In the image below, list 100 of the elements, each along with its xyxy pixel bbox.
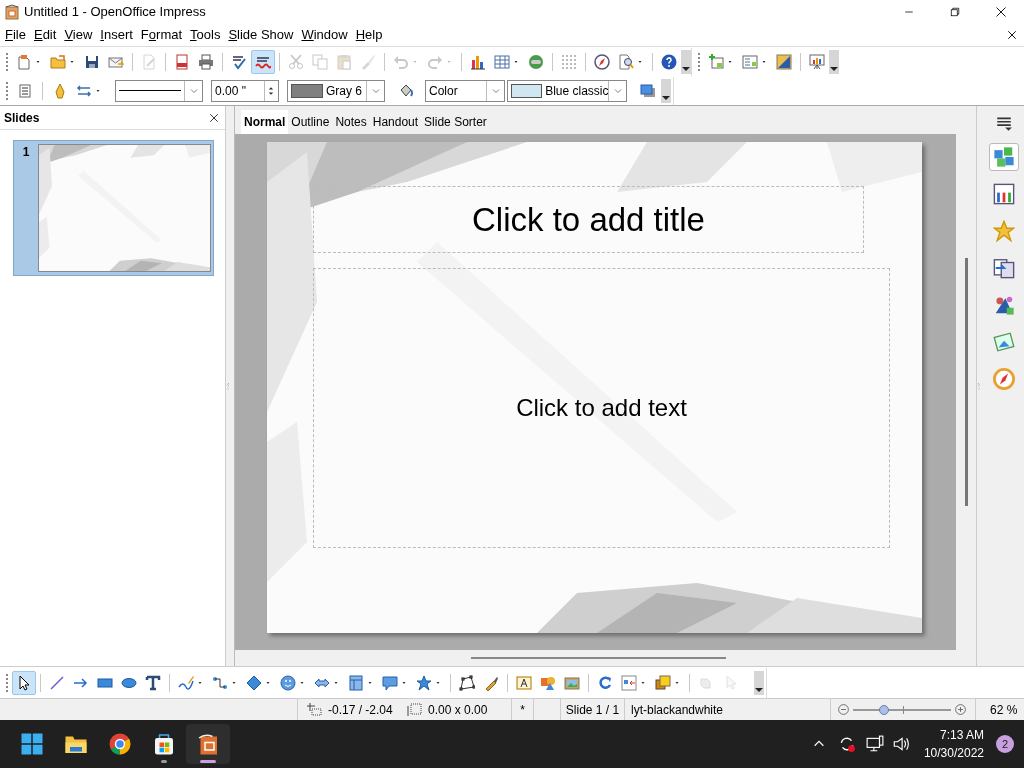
impress-app-icon [196,732,220,756]
line-style-icon [17,82,33,99]
folder-icon [50,53,66,70]
bar-chart-icon [470,53,486,70]
select-button[interactable] [12,670,36,695]
rotate-icon [597,674,613,691]
area-style-dropdown[interactable]: Color [425,79,505,102]
content-placeholder-text: Click to add text [516,393,687,423]
position-icon [306,701,322,718]
presentation-icon [809,53,825,70]
line-style-dropdown[interactable] [115,79,203,102]
printer-icon [198,53,214,70]
scrollbar-thumb[interactable] [471,657,726,659]
toolbar-overflow-button[interactable] [829,49,839,74]
pointer-icon [16,674,32,691]
size-readout: 0.00 x 0.00 [428,701,488,719]
slide-layouts-icon [993,183,1015,205]
plus-circle-icon [954,703,967,716]
table-icon [494,53,510,70]
scissors-icon [288,53,304,70]
view-tab[interactable]: Slide Sorter [421,110,490,134]
impress-app-icon [4,4,20,20]
line-color-dropdown[interactable]: Gray 6 [287,79,385,102]
auto-spellcheck-button[interactable] [251,49,275,74]
menu-item[interactable]: View [61,25,96,45]
copy-icon [312,53,328,70]
notification-badge[interactable]: 2 [996,735,1014,753]
chrome-icon [108,732,132,756]
dot-grid-icon [561,53,577,70]
slide-thumbnail[interactable]: 1 [13,140,214,276]
close-pane-button[interactable] [207,111,221,124]
properties-icon [993,146,1015,168]
zoom-slider[interactable] [853,703,951,716]
area-fill-dropdown[interactable]: Blue classic [507,79,627,102]
align-icon [621,674,637,691]
shadow-icon [640,82,656,99]
title-placeholder[interactable]: Click to add title [313,186,864,253]
position-readout: -0.17 / -2.04 [328,701,393,719]
restore-icon [949,6,961,18]
speech-bubble-icon [382,674,398,691]
zoom-slider-thumb[interactable] [879,704,890,715]
menu-item[interactable]: Insert [97,25,136,45]
toolbar-overflow-button[interactable] [681,49,691,74]
line-width-field[interactable]: 0.00 " [211,79,279,102]
framed-picture-icon [564,674,580,691]
menu-item[interactable]: Help [352,25,386,45]
compass-icon [594,53,610,70]
content-placeholder[interactable]: Click to add text [313,268,890,548]
caret-icon [682,66,690,71]
menu-item[interactable]: Format [137,25,186,45]
title-placeholder-text: Click to add title [472,199,705,240]
sidebar-deck-tab[interactable] [989,143,1019,171]
view-tab[interactable]: Notes [332,110,370,134]
flowchart-icon [348,674,364,691]
points-icon [459,674,475,691]
slide-design-icon [776,53,792,70]
line-width-value: 0.00 " [214,82,247,100]
clock-time: 7:13 AM [939,727,984,744]
view-tab[interactable]: Handout [369,110,422,134]
caret-icon [662,95,670,100]
zoom-out-button[interactable] [837,703,850,716]
menu-item[interactable]: Edit [30,25,60,45]
diagonal-line-icon [49,674,65,691]
toolbar-overflow-button[interactable] [661,78,671,103]
minus-circle-icon [837,703,850,716]
menu-item[interactable]: Window [298,25,351,45]
slide-layout-icon [742,53,758,70]
text-tool-icon [145,674,161,691]
store-icon [152,732,176,756]
windows-logo-icon [20,732,44,756]
clipboard-icon [336,53,352,70]
magnifier-icon [618,53,634,70]
star-icon [993,220,1015,242]
help-icon [661,53,677,70]
smiley-icon [280,674,296,691]
menu-item[interactable]: File [2,25,29,45]
area-style-value: Color [428,82,459,100]
menu-item[interactable]: Tools [187,25,224,45]
picture-frame-icon [993,331,1015,353]
menu-item[interactable]: Slide Show [225,25,297,45]
close-icon [995,6,1007,18]
gallery-icon [528,53,544,70]
view-tab[interactable]: Outline [288,110,333,134]
diamond-icon [246,674,262,691]
connector-icon [212,674,228,691]
close-icon [208,111,220,124]
arrange-icon [655,674,671,691]
area-fill-label: Blue classic [545,82,609,100]
view-tab[interactable]: Normal [241,110,289,134]
taskbar-app-button[interactable] [186,724,230,764]
zoom-in-button[interactable] [954,703,967,716]
network-icon [865,735,884,753]
pane-title: Slides [4,109,41,127]
scrollbar-thumb[interactable] [964,258,968,506]
caret-icon [830,66,838,71]
slide-counter: Slide 1 / 1 [565,701,620,719]
pen-nib-icon [52,82,68,99]
slide-transition-icon [993,257,1015,279]
new-slide-icon [708,53,724,70]
toolbar-overflow-button[interactable] [754,670,764,695]
